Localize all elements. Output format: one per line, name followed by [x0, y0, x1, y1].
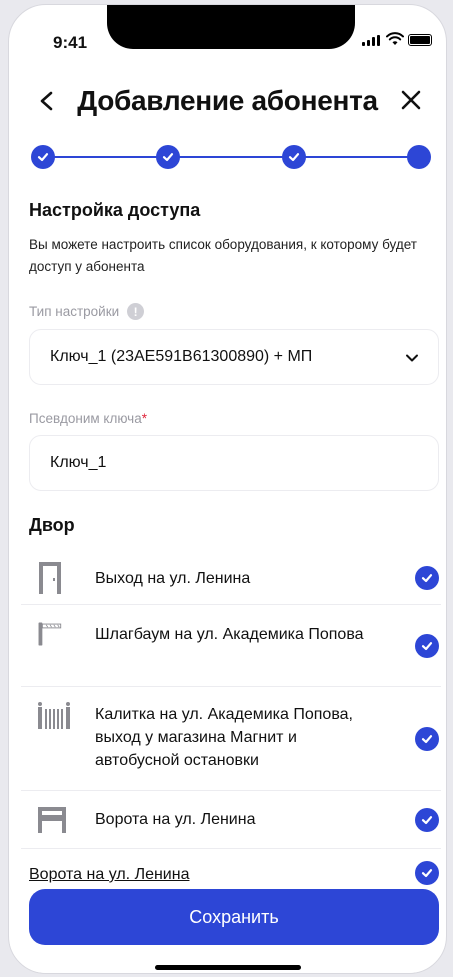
list-item[interactable]: Ворота на ул. Ленина — [21, 791, 441, 849]
stepper-line — [45, 156, 417, 158]
door-icon — [39, 562, 61, 594]
close-icon[interactable] — [396, 85, 426, 115]
status-time: 9:41 — [53, 33, 88, 52]
list-item-label: Калитка на ул. Академика Попова, выход у… — [95, 706, 353, 769]
step-3-complete-icon — [282, 145, 306, 169]
signal-icon — [362, 35, 380, 46]
checkmark-icon[interactable] — [415, 634, 439, 658]
access-type-value: Ключ_1 (23AE591B61300890) + МП — [50, 348, 313, 365]
progress-stepper — [31, 145, 431, 169]
list-item[interactable]: Калитка на ул. Академика Попова, выход у… — [21, 687, 441, 791]
section-title: Настройка доступа — [29, 200, 201, 220]
checkmark-icon[interactable] — [415, 808, 439, 832]
barrier-icon — [38, 622, 62, 646]
save-button[interactable]: Сохранить — [29, 889, 439, 945]
key-alias-label-text: Псевдоним ключа — [29, 411, 142, 426]
checkmark-icon[interactable] — [415, 566, 439, 590]
access-type-select[interactable]: Ключ_1 (23AE591B61300890) + МП — [29, 329, 439, 385]
step-4-current — [407, 145, 431, 169]
list-item-label: Ворота на ул. Ленина — [29, 866, 190, 883]
step-2-complete-icon — [156, 145, 180, 169]
header: Добавление абонента — [9, 79, 446, 123]
yard-list: Выход на ул. Ленина Шлагбаум на ул. Акад… — [21, 551, 441, 905]
checkmark-icon[interactable] — [415, 861, 439, 885]
gate-icon — [38, 807, 66, 833]
info-icon[interactable]: ! — [127, 303, 145, 320]
battery-icon — [408, 34, 432, 46]
access-type-label-text: Тип настройки — [29, 304, 120, 319]
list-item-label: Ворота на ул. Ленина — [95, 811, 256, 828]
key-alias-label: Псевдоним ключа* — [29, 411, 147, 426]
page-title: Добавление абонента — [77, 85, 378, 116]
yard-title: Двор — [29, 515, 75, 535]
step-1-complete-icon — [31, 145, 55, 169]
key-alias-value: Ключ_1 — [50, 454, 107, 471]
access-type-label: Тип настройки ! — [29, 303, 145, 320]
checkmark-icon[interactable] — [415, 727, 439, 751]
wicket-icon — [38, 702, 70, 729]
list-item-label: Выход на ул. Ленина — [95, 570, 251, 587]
wifi-icon — [386, 32, 404, 45]
list-item[interactable]: Выход на ул. Ленина — [21, 551, 441, 605]
status-bar: 9:41 — [9, 5, 446, 63]
list-item[interactable]: Шлагбаум на ул. Академика Попова — [21, 605, 441, 687]
section-description: Вы можете настроить список оборудования,… — [29, 237, 417, 274]
chevron-down-icon — [406, 354, 418, 362]
home-indicator[interactable] — [155, 965, 301, 970]
phone-screen: 9:41 Добавление абонента Настройка досту… — [8, 4, 447, 974]
notch — [107, 5, 355, 49]
key-alias-input[interactable]: Ключ_1 — [29, 435, 439, 491]
required-mark: * — [141, 411, 147, 426]
list-item-label: Шлагбаум на ул. Академика Попова — [95, 626, 364, 643]
